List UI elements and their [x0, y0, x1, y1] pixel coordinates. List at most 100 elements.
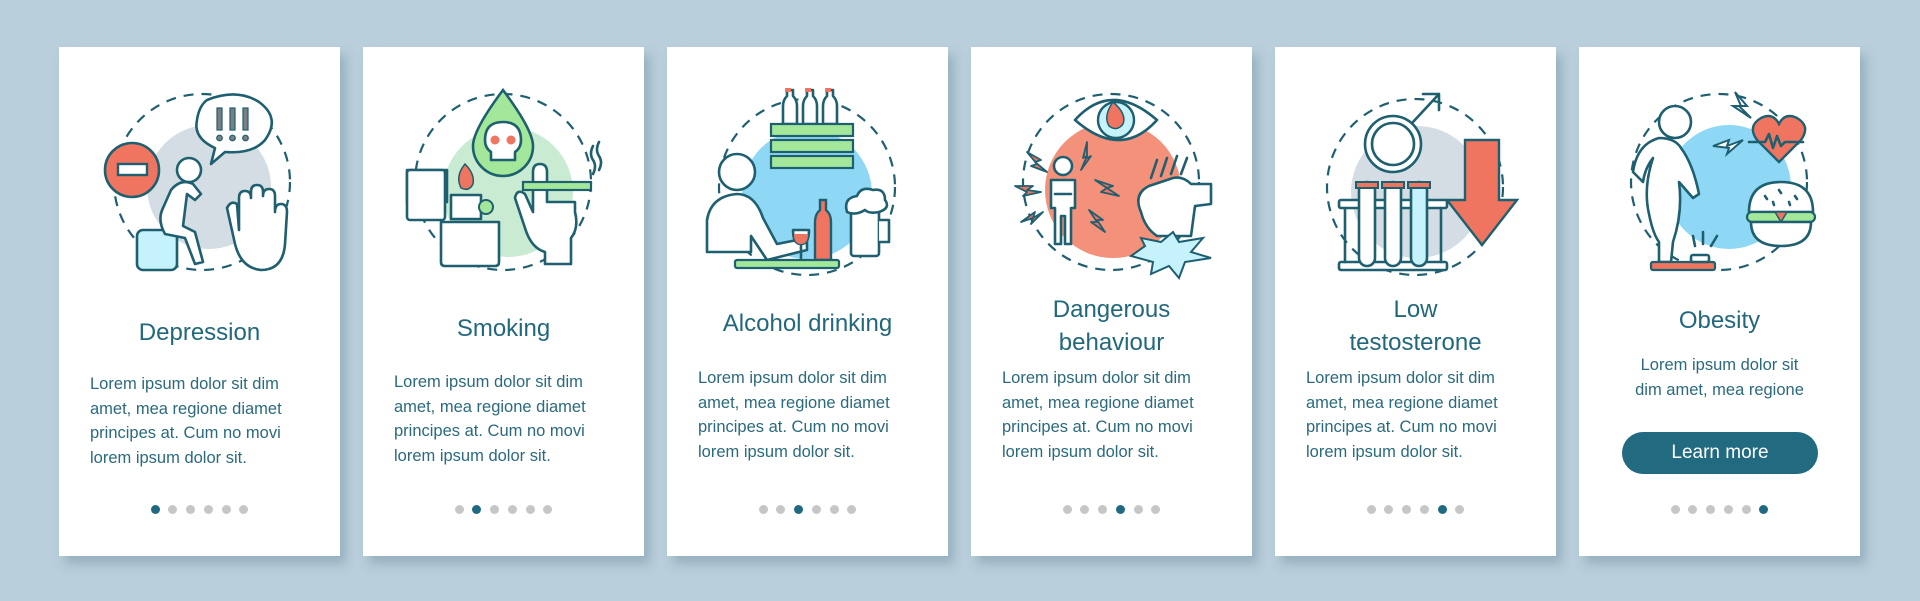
no-entry-sign-icon [103, 141, 161, 199]
pagination-dot[interactable] [847, 505, 857, 514]
pagination-dot[interactable] [1133, 505, 1143, 514]
description-line: amet, mea regione diamet [698, 393, 890, 412]
card-description: Lorem ipsum dolor sit dim amet, mea regi… [698, 366, 920, 464]
pagination-dot[interactable] [1723, 505, 1733, 514]
obesity-icon [1629, 91, 1817, 272]
pagination-dots [667, 505, 948, 514]
pagination-dot[interactable] [1688, 505, 1698, 514]
lightning-bolt-icon [1729, 91, 1752, 119]
description-line: Lorem ipsum dolor sit dim [90, 375, 279, 393]
pagination-dot[interactable] [1080, 505, 1090, 514]
description-line: lorem ipsum dolor sit. [1002, 442, 1159, 461]
pagination-dot[interactable] [1366, 505, 1376, 514]
onboarding-card-depression: Depression Lorem ipsum dolor sit dim ame… [59, 47, 340, 556]
pagination-dot-active[interactable] [794, 505, 804, 514]
description-line: amet, mea regione diamet [1306, 393, 1498, 412]
card-title: Dangerous behaviour [971, 293, 1252, 359]
description-line: lorem ipsum dolor sit. [698, 442, 855, 461]
description-line: principes at. Cum no movi [1002, 418, 1193, 436]
title-line: Obesity [1678, 307, 1761, 334]
low-testosterone-icon [1325, 92, 1520, 277]
card-description: Lorem ipsum dolor sit dim amet, mea regi… [90, 372, 312, 470]
description-line: Lorem ipsum dolor sit [1640, 356, 1799, 374]
pagination-dot[interactable] [525, 505, 535, 514]
pagination-dot[interactable] [168, 505, 178, 514]
description-line: principes at. Cum no movi [394, 422, 585, 440]
pagination-dot[interactable] [239, 505, 249, 514]
learn-more-button[interactable]: Learn more [1622, 432, 1818, 474]
title-line: testosterone [1349, 329, 1482, 356]
pagination-dots [1579, 505, 1860, 514]
pagination-dot-active[interactable] [1115, 505, 1125, 514]
pagination-dot[interactable] [1384, 505, 1394, 514]
title-line: Low [1393, 296, 1438, 323]
description-line: Lorem ipsum dolor sit dim [698, 369, 887, 387]
pagination-dot-active[interactable] [1437, 505, 1447, 514]
pagination-dots [59, 505, 340, 514]
description-line: lorem ipsum dolor sit. [90, 448, 247, 467]
pagination-dot[interactable] [829, 505, 839, 514]
pagination-dot[interactable] [507, 505, 517, 514]
onboarding-card-smoking: Smoking Lorem ipsum dolor sit dim amet, … [363, 47, 644, 556]
card-description: Lorem ipsum dolor sit dim amet, mea regi… [394, 370, 616, 468]
exclamation-marks-icon [216, 107, 249, 142]
pagination-dot-active[interactable] [472, 505, 482, 514]
pagination-dot[interactable] [186, 505, 196, 514]
description-line: amet, mea regione diamet [1002, 393, 1194, 412]
description-line: Lorem ipsum dolor sit dim [394, 373, 583, 391]
pagination-dots [971, 505, 1252, 514]
skull-icon [483, 120, 523, 162]
title-line: behaviour [1058, 329, 1165, 356]
onboarding-card-low-testosterone: Low testosterone Lorem ipsum dolor sit d… [1275, 47, 1556, 556]
onboarding-card-alcohol-drinking: Alcohol drinking Lorem ipsum dolor sit d… [667, 47, 948, 556]
dangerous-behaviour-icon [1014, 92, 1213, 280]
card-title: Obesity [1579, 304, 1860, 337]
pagination-dot[interactable] [1670, 505, 1680, 514]
pagination-dot[interactable] [1151, 505, 1161, 514]
alcohol-drinking-icon [705, 88, 897, 277]
pagination-dot[interactable] [758, 505, 768, 514]
description-line: Lorem ipsum dolor sit dim [1002, 369, 1191, 387]
beer-mug-icon [844, 187, 891, 258]
card-title: Alcohol drinking [667, 307, 948, 340]
title-line: Smoking [456, 315, 551, 342]
title-line: Alcohol drinking [722, 310, 893, 337]
pagination-dot[interactable] [490, 505, 500, 514]
card-description: Lorem ipsum dolor sit dim amet, mea regi… [1306, 366, 1528, 464]
onboarding-card-obesity: Obesity Lorem ipsum dolor sit dim amet, … [1579, 47, 1860, 556]
pagination-dots [363, 505, 644, 514]
card-description: Lorem ipsum dolor sit dim amet, mea regi… [1002, 366, 1224, 464]
pagination-dot[interactable] [221, 505, 231, 514]
burger-icon [1745, 180, 1817, 248]
description-line: lorem ipsum dolor sit. [394, 446, 551, 465]
pagination-dot[interactable] [1062, 505, 1072, 514]
description-line: amet, mea regione diamet [90, 399, 282, 418]
description-line: Lorem ipsum dolor sit dim [1306, 369, 1495, 387]
description-line: amet, mea regione diamet [394, 397, 586, 416]
description-line: principes at. Cum no movi [698, 418, 889, 436]
pagination-dot[interactable] [1706, 505, 1716, 514]
pagination-dot[interactable] [1419, 505, 1429, 514]
pagination-dots [1275, 505, 1556, 514]
pagination-dot[interactable] [1098, 505, 1108, 514]
card-title: Depression [59, 316, 340, 349]
pagination-dot-active[interactable] [150, 505, 160, 514]
pagination-dot[interactable] [543, 505, 553, 514]
overweight-person-icon [1631, 104, 1701, 264]
pagination-dot[interactable] [203, 505, 213, 514]
bottle-crate-icon [769, 88, 855, 170]
pagination-dot[interactable] [811, 505, 821, 514]
description-line: principes at. Cum no movi [90, 424, 281, 442]
depression-icon [103, 92, 292, 272]
card-title: Low testosterone [1275, 293, 1556, 359]
pagination-dot[interactable] [1741, 505, 1751, 514]
pagination-dot[interactable] [776, 505, 786, 514]
description-line: dim amet, mea regione [1635, 380, 1804, 399]
description-line: principes at. Cum no movi [1306, 418, 1497, 436]
pagination-dot[interactable] [1455, 505, 1465, 514]
pagination-dot[interactable] [1402, 505, 1412, 514]
title-line: Dangerous [1052, 296, 1171, 323]
pagination-dot[interactable] [454, 505, 464, 514]
pagination-dot-active[interactable] [1759, 505, 1769, 514]
card-description: Lorem ipsum dolor sit dim amet, mea regi… [1599, 353, 1840, 402]
